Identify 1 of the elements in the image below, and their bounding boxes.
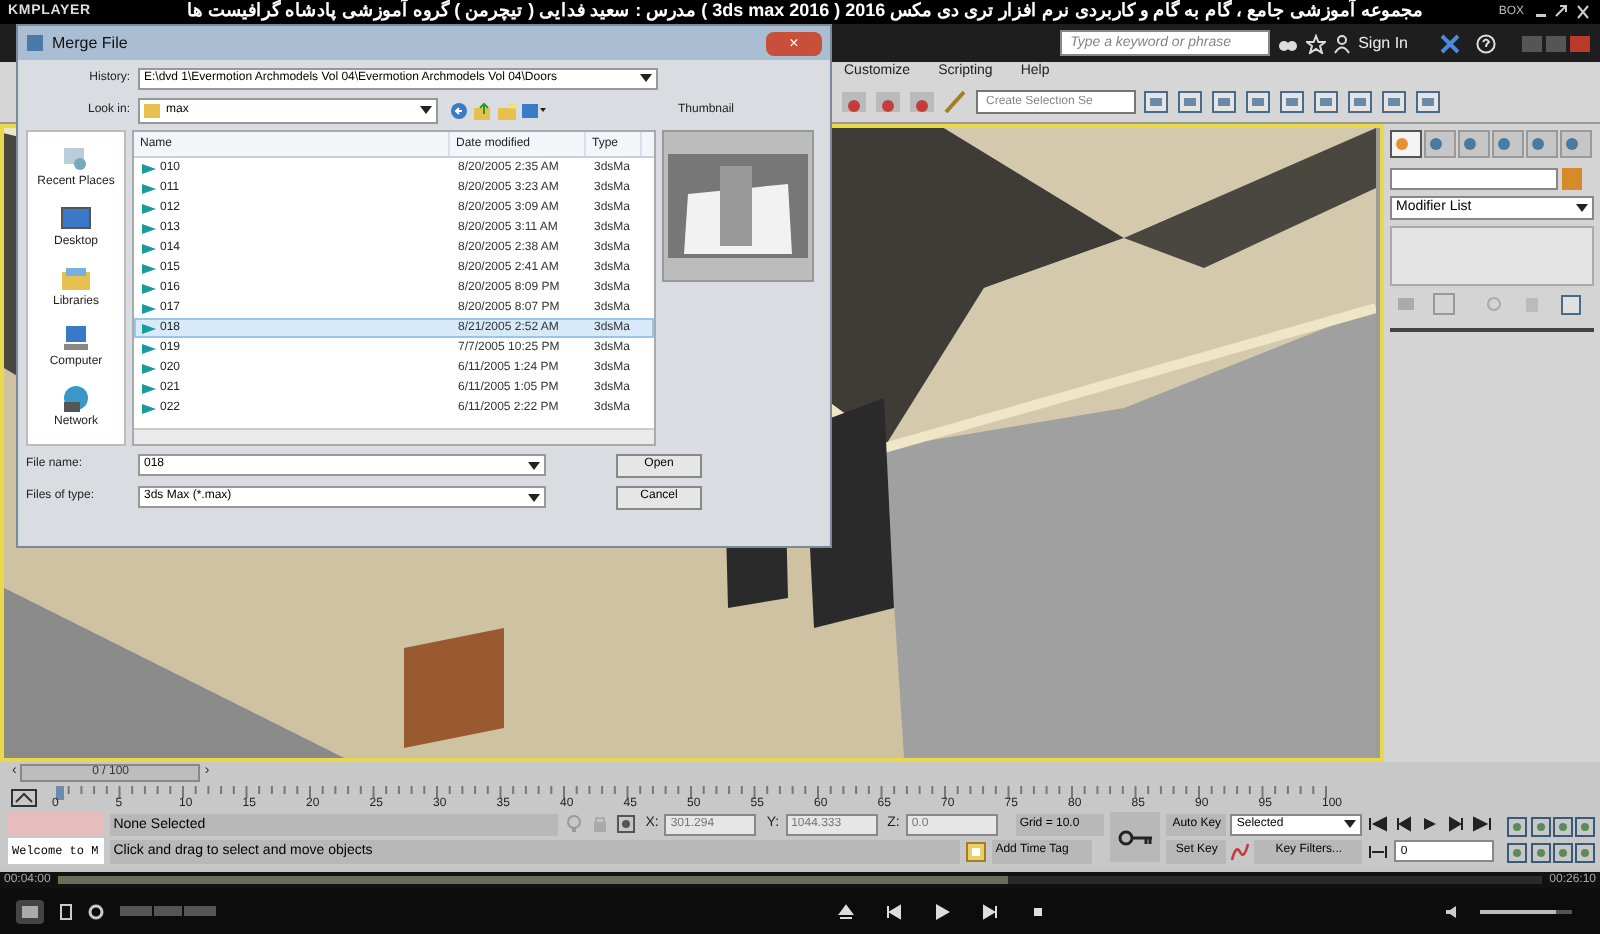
- dialog-title: Merge File: [52, 31, 130, 55]
